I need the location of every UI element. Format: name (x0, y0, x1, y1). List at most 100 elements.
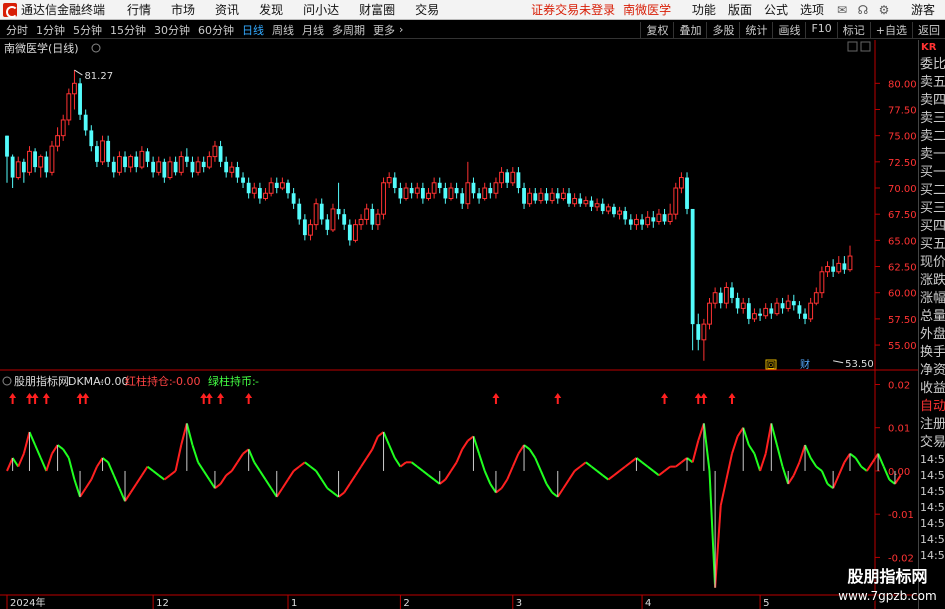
candle-body (100, 140, 105, 163)
menu-quotes[interactable]: 行情 (127, 1, 151, 18)
candle-body (645, 216, 651, 226)
candle-body (123, 156, 127, 168)
event-marker-finance[interactable]: 财 (800, 358, 810, 371)
candle-body (426, 192, 431, 199)
period-1min[interactable]: 1分钟 (36, 22, 65, 38)
candle-body (257, 188, 262, 199)
side-label: 委比 (920, 57, 945, 72)
green-hold-value: - (255, 375, 259, 388)
candle-body (235, 167, 240, 178)
candle-body (178, 156, 184, 173)
candle-body (493, 182, 499, 194)
menu-news[interactable]: 资讯 (215, 1, 239, 18)
chevron-right-icon[interactable]: › (399, 23, 403, 36)
candle-body (319, 203, 324, 220)
side-label: 买二 (920, 183, 945, 198)
high-label: 81.27 (84, 71, 113, 82)
tool-draw[interactable]: 画线 (772, 21, 805, 38)
period-daily[interactable]: 日线 (242, 22, 264, 38)
menu-formula[interactable]: 公式 (764, 1, 788, 18)
period-weekly[interactable]: 周线 (272, 22, 294, 38)
tool-multi-stock[interactable]: 多股 (706, 21, 739, 38)
tool-stats[interactable]: 统计 (739, 21, 772, 38)
candle-body (443, 188, 448, 199)
period-multi[interactable]: 多周期 (332, 22, 365, 38)
tool-add-watch[interactable]: +自选 (869, 21, 912, 38)
period-monthly[interactable]: 月线 (302, 22, 324, 38)
candle-body (134, 156, 139, 168)
side-register[interactable]: 注册 (919, 416, 945, 434)
side-tick-time: 14:56 (920, 549, 945, 562)
candle-body (448, 187, 454, 199)
candle-body (224, 161, 229, 173)
candle-body (286, 182, 290, 194)
price-tick-label: 70.00 (888, 184, 917, 195)
headset-icon[interactable]: ☊ (857, 3, 869, 17)
candle-body (336, 208, 341, 215)
candle-body (656, 213, 662, 223)
candle-body (55, 135, 60, 147)
menu-ask[interactable]: 问小达 (303, 1, 339, 18)
candle-body (431, 182, 437, 194)
side-auto[interactable]: 自动 (919, 398, 945, 416)
tool-back[interactable]: 返回 (912, 21, 945, 38)
menu-market[interactable]: 市场 (171, 1, 195, 18)
low-label: 53.50 (845, 359, 874, 370)
candle-body (758, 313, 762, 316)
guest-login[interactable]: 游客 (911, 1, 935, 18)
candle-body (128, 156, 134, 168)
menu-trade[interactable]: 交易 (415, 1, 439, 18)
menu-discover[interactable]: 发现 (259, 1, 283, 18)
side-trade[interactable]: 交易 (919, 434, 945, 452)
candle-body (499, 171, 504, 184)
period-30min[interactable]: 30分钟 (154, 22, 190, 38)
candle-body (847, 255, 853, 271)
candle-body (375, 213, 381, 226)
side-tick-time: 14:56 (920, 533, 945, 546)
period-15min[interactable]: 15分钟 (110, 22, 146, 38)
price-tick-label: 72.50 (888, 158, 917, 169)
candle-body (797, 305, 802, 314)
period-5min[interactable]: 5分钟 (73, 22, 102, 38)
period-60min[interactable]: 60分钟 (198, 22, 234, 38)
candle-body (780, 303, 785, 309)
candle-body (696, 324, 701, 340)
candle-body (66, 93, 72, 121)
red-hold-label: 红柱持仓: (125, 374, 173, 388)
candle-body (634, 218, 639, 226)
menu-layout[interactable]: 版面 (728, 1, 752, 18)
candle-body (825, 266, 830, 273)
indicator-tick-label: 0.01 (888, 424, 910, 435)
trade-login-notice[interactable]: 证券交易未登录 (531, 1, 615, 18)
candle-body (342, 214, 347, 225)
candle-body (313, 203, 319, 226)
side-label: 买五 (920, 237, 945, 252)
menu-function[interactable]: 功能 (692, 1, 716, 18)
candle-body (600, 203, 605, 212)
tool-adjust[interactable]: 复权 (640, 21, 673, 38)
chart-area[interactable]: 南微医学(日线) 80.00 77.50 75.00 72.50 70.00 67.50 6… (0, 40, 918, 609)
tool-f10[interactable]: F10 (805, 21, 836, 38)
price-tick-label: 67.50 (888, 210, 917, 221)
tool-mark[interactable]: 标记 (836, 21, 870, 38)
chat-icon[interactable]: ✉ (836, 3, 848, 17)
side-label: 卖一 (920, 147, 945, 162)
candle-body (803, 313, 807, 319)
menu-wealth[interactable]: 财富圈 (359, 1, 395, 18)
candle-body (5, 135, 9, 157)
candle-body (831, 266, 836, 272)
event-marker-review[interactable]: 回 (767, 361, 775, 370)
candle-body (505, 172, 510, 183)
period-tick[interactable]: 分时 (6, 22, 28, 38)
menu-options[interactable]: 选项 (800, 1, 824, 18)
tool-overlay[interactable]: 叠加 (673, 21, 706, 38)
candle-body (420, 188, 425, 199)
candle-body (162, 161, 167, 178)
gear-icon[interactable]: ⚙ (878, 3, 890, 17)
candle-body (145, 151, 150, 162)
period-more[interactable]: 更多 (373, 22, 395, 38)
date-tick-label: 1 (291, 598, 297, 609)
candle-body (358, 218, 364, 226)
candle-body (612, 206, 616, 215)
candle-body (297, 203, 302, 220)
